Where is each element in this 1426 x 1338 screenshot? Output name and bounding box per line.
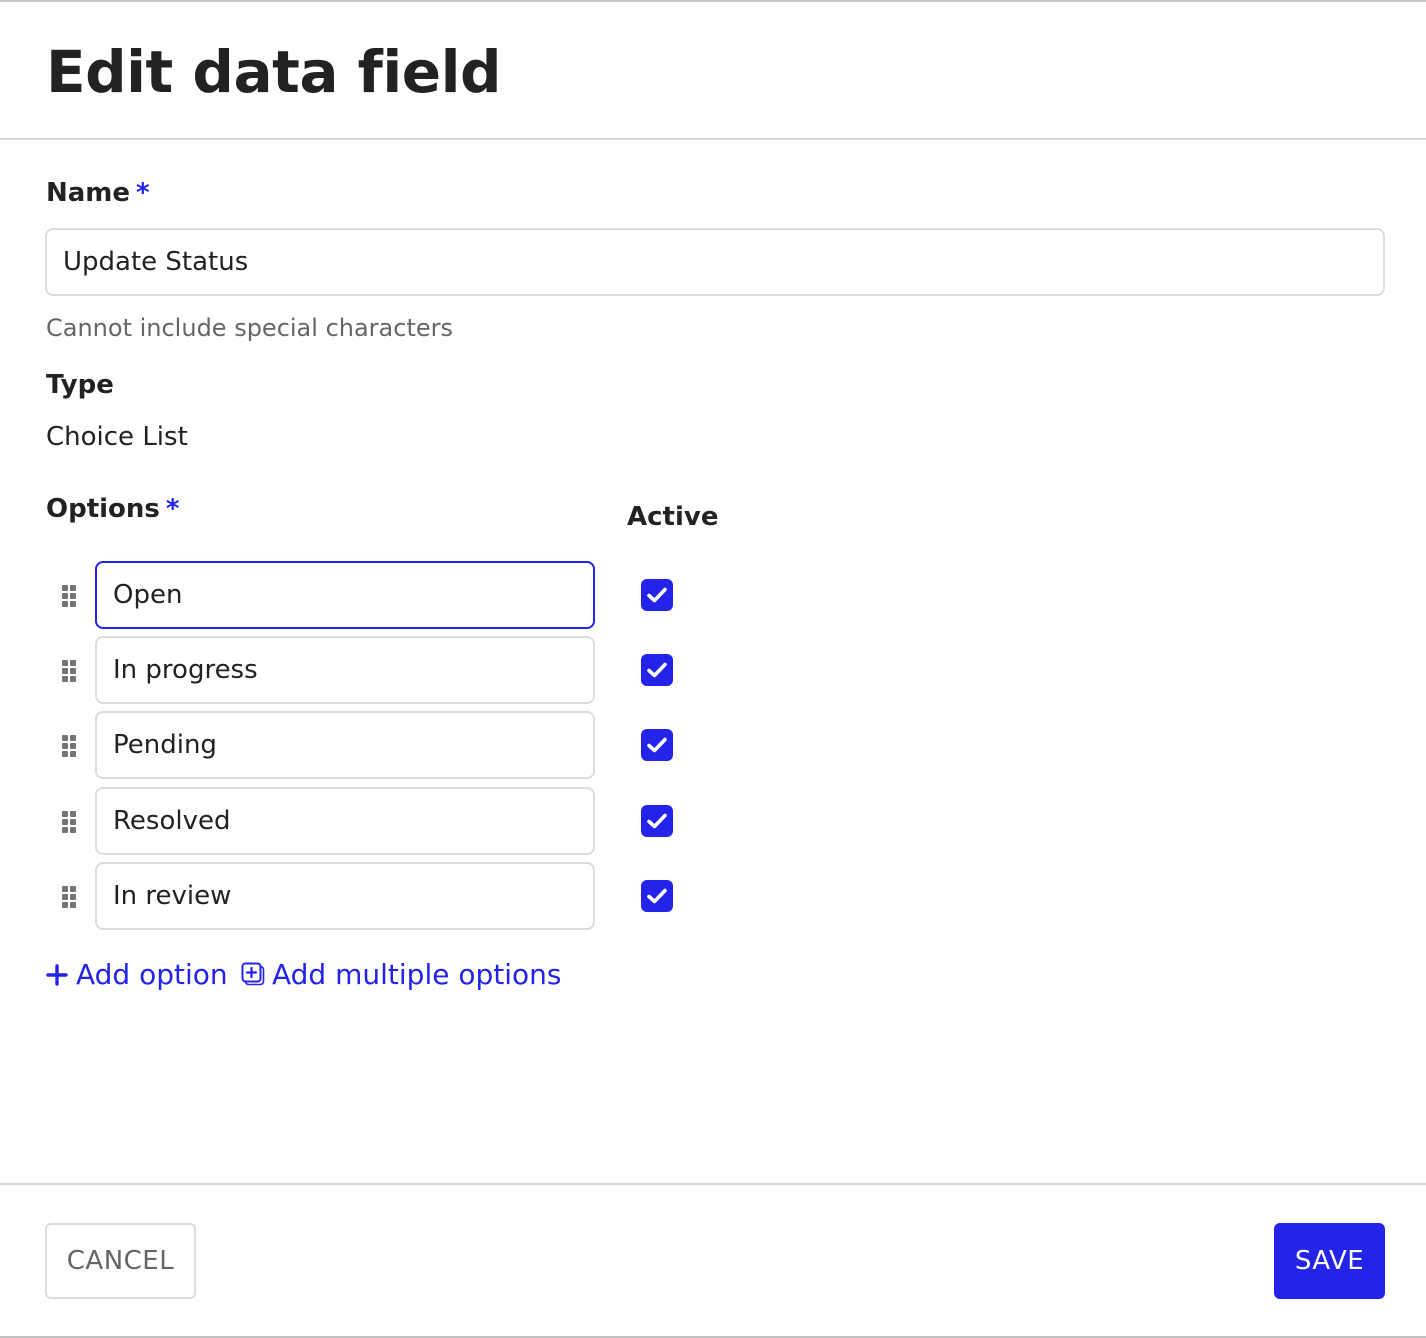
type-value: Choice List xyxy=(46,422,188,452)
option-input[interactable] xyxy=(95,787,595,855)
required-mark: * xyxy=(136,178,150,208)
checkmark-icon xyxy=(647,888,667,904)
active-checkbox[interactable] xyxy=(641,579,673,611)
option-row xyxy=(0,711,760,779)
name-input[interactable] xyxy=(45,228,1385,296)
drag-handle-icon[interactable] xyxy=(62,886,78,908)
name-help-text: Cannot include special characters xyxy=(46,314,453,342)
drag-handle-icon[interactable] xyxy=(62,585,78,607)
cancel-button[interactable]: CANCEL xyxy=(45,1223,196,1299)
active-checkbox[interactable] xyxy=(641,805,673,837)
name-label: Name * xyxy=(46,178,150,208)
checkmark-icon xyxy=(647,737,667,753)
dialog-title: Edit data field xyxy=(46,38,502,106)
name-label-text: Name xyxy=(46,178,131,208)
add-option-label: Add option xyxy=(76,958,228,991)
active-checkbox[interactable] xyxy=(641,729,673,761)
options-label-text: Options xyxy=(46,494,160,524)
type-label: Type xyxy=(46,370,114,400)
checkmark-icon xyxy=(647,813,667,829)
dialog-header: Edit data field xyxy=(0,2,1426,140)
options-label: Options * xyxy=(46,494,180,524)
add-multiple-icon xyxy=(241,962,266,987)
add-multiple-options-link[interactable]: Add multiple options xyxy=(241,958,561,991)
option-row xyxy=(0,561,760,629)
required-mark: * xyxy=(165,494,180,524)
option-input[interactable] xyxy=(95,636,595,704)
option-row xyxy=(0,862,760,930)
checkmark-icon xyxy=(647,662,667,678)
option-row xyxy=(0,787,760,855)
option-input[interactable] xyxy=(95,561,595,629)
active-checkbox[interactable] xyxy=(641,880,673,912)
option-input[interactable] xyxy=(95,862,595,930)
footer-divider xyxy=(0,1183,1426,1185)
checkmark-icon xyxy=(647,587,667,603)
add-multiple-options-label: Add multiple options xyxy=(272,958,562,991)
add-option-link[interactable]: Add option xyxy=(46,958,228,991)
active-checkbox[interactable] xyxy=(641,654,673,686)
drag-handle-icon[interactable] xyxy=(62,735,78,757)
plus-icon xyxy=(46,963,68,986)
drag-handle-icon[interactable] xyxy=(62,811,78,833)
drag-handle-icon[interactable] xyxy=(62,660,78,682)
option-row xyxy=(0,636,760,704)
active-column-header: Active xyxy=(627,502,719,532)
save-button[interactable]: SAVE xyxy=(1274,1223,1385,1299)
option-input[interactable] xyxy=(95,711,595,779)
